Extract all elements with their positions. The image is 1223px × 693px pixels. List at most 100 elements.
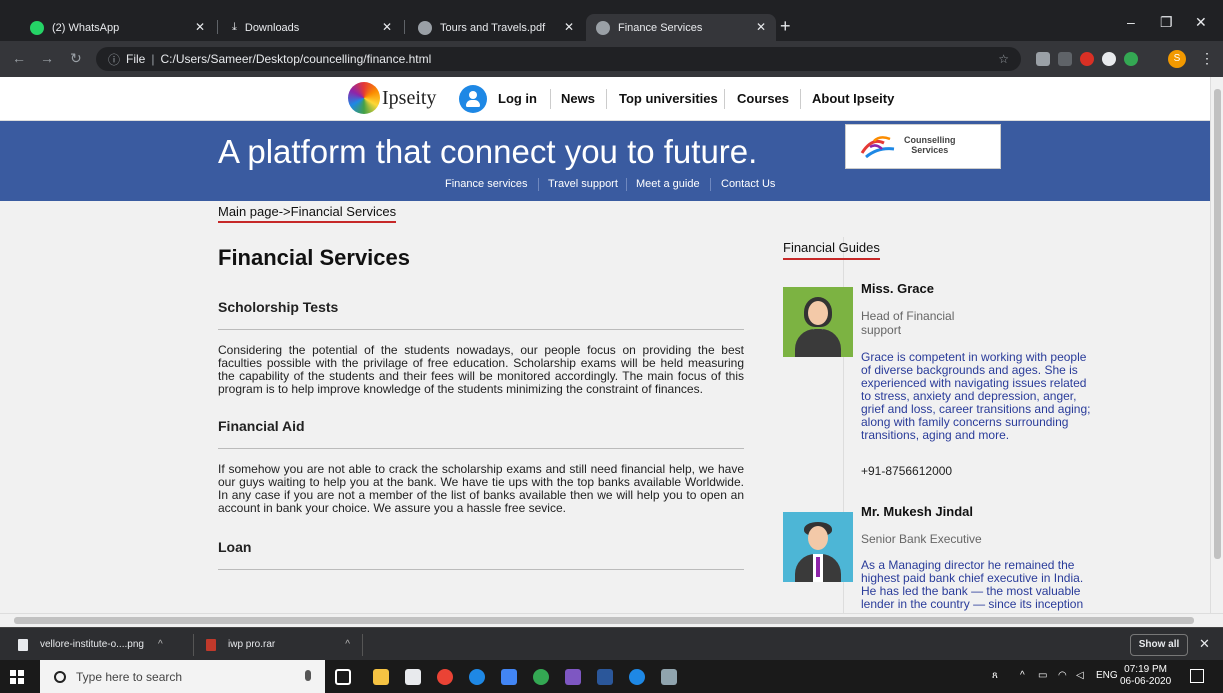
avatar xyxy=(783,287,853,357)
language-indicator[interactable]: ENG xyxy=(1096,670,1118,681)
nav-about[interactable]: About Ipseity xyxy=(812,91,894,106)
tab-whatsapp[interactable]: (2) WhatsApp ✕ xyxy=(20,14,215,41)
main-content: Financial Services Scholorship Tests Con… xyxy=(218,245,744,570)
tab-title: (2) WhatsApp xyxy=(52,21,120,34)
site-logo[interactable]: Ipseity xyxy=(348,82,436,114)
breadcrumb[interactable]: Main page->Financial Services xyxy=(218,204,397,223)
notification-icon[interactable] xyxy=(1190,669,1204,683)
counselling-badge-text: Counselling Services xyxy=(904,135,956,155)
minimize-icon[interactable]: – xyxy=(1127,14,1135,30)
task-view-icon[interactable] xyxy=(335,669,351,685)
close-icon[interactable]: ✕ xyxy=(1199,636,1210,652)
window-close-icon[interactable]: ✕ xyxy=(1195,14,1207,31)
download-item[interactable]: iwp pro.rar ^ xyxy=(206,628,361,661)
extension-icon[interactable] xyxy=(1124,52,1138,66)
user-icon[interactable] xyxy=(459,85,487,113)
download-filename: iwp pro.rar xyxy=(228,639,276,650)
avatar-head xyxy=(808,301,828,325)
badge-line1: Counselling xyxy=(904,135,956,145)
scrollbar-thumb[interactable] xyxy=(1214,89,1221,559)
browser-toolbar: ← → ↻ ⓘ File | C:/Users/Sameer/Desktop/c… xyxy=(0,41,1223,77)
subnav-finance[interactable]: Finance services xyxy=(445,178,528,190)
app-icon[interactable] xyxy=(661,669,677,685)
forward-icon[interactable]: → xyxy=(40,50,54,66)
tray-chevron-icon[interactable]: ^ xyxy=(1020,670,1025,681)
subnav-contact[interactable]: Contact Us xyxy=(721,178,775,190)
tab-finance-services[interactable]: Finance Services ✕ xyxy=(586,14,776,41)
taskbar-search[interactable]: Type here to search xyxy=(40,660,325,693)
archive-icon xyxy=(206,638,216,651)
battery-icon[interactable]: ▭ xyxy=(1038,670,1047,681)
url-text: C:/Users/Sameer/Desktop/councelling/fina… xyxy=(160,52,432,66)
file-explorer-icon[interactable] xyxy=(373,669,389,685)
guide-phone: +91-8756612000 xyxy=(861,464,953,478)
chevron-up-icon[interactable]: ^ xyxy=(158,639,163,650)
subnav-travel[interactable]: Travel support xyxy=(548,178,618,190)
file-icon xyxy=(18,638,28,651)
star-icon[interactable]: ☆ xyxy=(998,52,1009,66)
extension-icon[interactable] xyxy=(1102,52,1116,66)
site-top-nav: Ipseity Log in News Top universities Cou… xyxy=(0,77,1210,121)
horizontal-scrollbar[interactable] xyxy=(0,613,1223,627)
section-divider xyxy=(218,448,744,449)
tab-title: Downloads xyxy=(244,21,300,34)
section-divider xyxy=(218,569,744,570)
avatar xyxy=(783,512,853,582)
tab-tours-pdf[interactable]: Tours and Travels.pdf ✕ xyxy=(408,14,584,41)
microphone-icon[interactable] xyxy=(305,670,311,681)
chrome-icon[interactable] xyxy=(437,669,453,685)
address-bar[interactable]: ⓘ File | C:/Users/Sameer/Desktop/councel… xyxy=(96,47,1021,71)
globe-icon xyxy=(418,20,432,35)
nav-login[interactable]: Log in xyxy=(498,91,537,106)
close-icon[interactable]: ✕ xyxy=(382,20,392,34)
page-viewport: Ipseity Log in News Top universities Cou… xyxy=(0,77,1210,613)
vertical-scrollbar[interactable] xyxy=(1210,77,1223,613)
subnav-separator xyxy=(538,178,539,191)
extension-icon[interactable] xyxy=(1036,52,1050,66)
guide-name: Mr. Mukesh Jindal xyxy=(861,504,973,519)
tab-downloads[interactable]: ⤓ Downloads ✕ xyxy=(222,14,402,41)
clock[interactable]: 07:19 PM 06-06-2020 xyxy=(1120,664,1171,688)
app-icon[interactable] xyxy=(501,669,517,685)
download-item[interactable]: vellore-institute-o....png ^ xyxy=(18,628,163,661)
info-icon[interactable]: ⓘ xyxy=(108,51,120,68)
guide-description: As a Managing director he remained the h… xyxy=(861,558,1084,611)
volume-icon[interactable]: ◁ xyxy=(1076,670,1084,681)
app-icon[interactable] xyxy=(565,669,581,685)
section-heading: Loan xyxy=(218,539,252,555)
teamviewer-icon[interactable] xyxy=(469,669,485,685)
word-icon[interactable] xyxy=(597,669,613,685)
logo-text: Ipseity xyxy=(382,86,437,109)
store-icon[interactable] xyxy=(405,669,421,685)
nav-separator xyxy=(724,89,725,109)
chevron-up-icon[interactable]: ^ xyxy=(345,639,350,650)
extension-icon[interactable] xyxy=(1080,52,1094,66)
wifi-icon[interactable]: ◠ xyxy=(1058,670,1067,681)
search-placeholder: Type here to search xyxy=(76,669,183,684)
app-icon[interactable] xyxy=(533,669,549,685)
close-icon[interactable]: ✕ xyxy=(756,20,766,34)
new-tab-button[interactable]: + xyxy=(780,16,791,37)
show-all-button[interactable]: Show all xyxy=(1130,634,1188,656)
nav-courses[interactable]: Courses xyxy=(737,91,789,106)
scrollbar-thumb[interactable] xyxy=(14,617,1194,624)
downloads-shelf: vellore-institute-o....png ^ iwp pro.rar… xyxy=(0,627,1223,660)
subnav-guide[interactable]: Meet a guide xyxy=(636,178,700,190)
section-heading: Financial Aid xyxy=(218,418,305,434)
close-icon[interactable]: ✕ xyxy=(564,20,574,34)
reload-icon[interactable]: ↻ xyxy=(70,50,82,67)
profile-avatar[interactable]: S xyxy=(1168,50,1186,68)
menu-icon[interactable]: ⋮ xyxy=(1200,50,1214,67)
nav-news[interactable]: News xyxy=(561,91,595,106)
back-icon[interactable]: ← xyxy=(12,50,26,66)
people-icon[interactable]: ጸ xyxy=(992,670,998,681)
edge-icon[interactable] xyxy=(629,669,645,685)
extension-icon[interactable] xyxy=(1058,52,1072,66)
close-icon[interactable]: ✕ xyxy=(195,20,205,34)
clock-date: 06-06-2020 xyxy=(1120,676,1172,687)
nav-top-universities[interactable]: Top universities xyxy=(619,91,718,106)
url-separator: | xyxy=(151,52,155,66)
restore-icon[interactable]: ❐ xyxy=(1160,14,1173,31)
tab-strip: (2) WhatsApp ✕ ⤓ Downloads ✕ Tours and T… xyxy=(0,0,1223,41)
windows-start-icon[interactable] xyxy=(10,670,24,684)
